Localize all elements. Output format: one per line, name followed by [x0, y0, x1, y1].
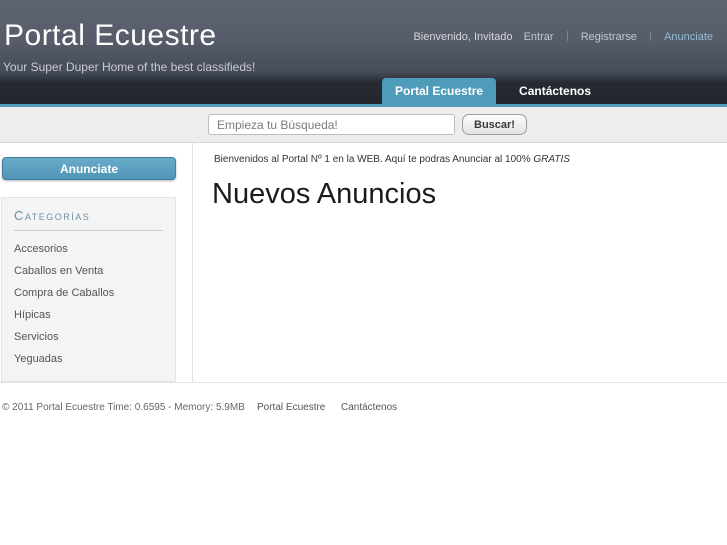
- main-content: Bienvenidos al Portal Nº 1 en la WEB. Aq…: [193, 143, 727, 382]
- welcome-message-emphasis: GRATIS: [533, 154, 570, 165]
- footer-link-portal[interactable]: Portal Ecuestre: [257, 402, 325, 413]
- header-user-links: Bienvenido, Invitado Entrar Registrarse …: [413, 31, 713, 43]
- sidebar: Anunciate Categorías Accesorios Caballos…: [0, 143, 193, 382]
- footer: © 2011 Portal Ecuestre Time: 0.6595 - Me…: [0, 383, 727, 545]
- search-bar: Buscar!: [0, 107, 727, 143]
- login-link[interactable]: Entrar: [524, 31, 554, 43]
- categories-title: Categorías: [14, 204, 163, 231]
- categories-box: Categorías Accesorios Caballos en Venta …: [1, 197, 176, 382]
- page: Portal Ecuestre Your Super Duper Home of…: [0, 0, 727, 545]
- list-item: Yeguadas: [14, 347, 163, 369]
- list-item: Accesorios: [14, 237, 163, 259]
- list-item: Caballos en Venta: [14, 259, 163, 281]
- tab-contact[interactable]: Cantáctenos: [506, 78, 604, 104]
- link-separator: [650, 31, 651, 41]
- main-nav: Portal Ecuestre Cantáctenos: [382, 78, 604, 104]
- copyright-text: © 2011 Portal Ecuestre Time: 0.6595 - Me…: [2, 402, 245, 413]
- category-link-yeguadas[interactable]: Yeguadas: [14, 353, 63, 365]
- tab-portal-ecuestre[interactable]: Portal Ecuestre: [382, 78, 497, 104]
- footer-link-contact[interactable]: Cantáctenos: [341, 402, 397, 413]
- welcome-text: Bienvenido, Invitado: [413, 31, 513, 43]
- announce-button[interactable]: Anunciate: [2, 157, 176, 180]
- search-input[interactable]: [208, 114, 455, 135]
- category-link-caballos-en-venta[interactable]: Caballos en Venta: [14, 265, 103, 277]
- search-button[interactable]: Buscar!: [462, 114, 527, 135]
- list-item: Compra de Caballos: [14, 281, 163, 303]
- page-title: Nuevos Anuncios: [212, 178, 437, 210]
- list-item: Hípicas: [14, 303, 163, 325]
- category-link-servicios[interactable]: Servicios: [14, 331, 59, 343]
- categories-list: Accesorios Caballos en Venta Compra de C…: [14, 237, 163, 369]
- link-separator: [566, 31, 568, 41]
- welcome-message-text: Bienvenidos al Portal Nº 1 en la WEB. Aq…: [214, 154, 534, 165]
- announce-link[interactable]: Anunciate: [664, 31, 713, 43]
- category-link-accesorios[interactable]: Accesorios: [14, 243, 68, 255]
- welcome-message: Bienvenidos al Portal Nº 1 en la WEB. Aq…: [214, 154, 727, 165]
- register-link[interactable]: Registrarse: [581, 31, 637, 43]
- content: Anunciate Categorías Accesorios Caballos…: [0, 143, 727, 383]
- site-title: Portal Ecuestre: [4, 19, 217, 52]
- list-item: Servicios: [14, 325, 163, 347]
- category-link-compra-de-caballos[interactable]: Compra de Caballos: [14, 287, 114, 299]
- site-tagline: Your Super Duper Home of the best classi…: [3, 60, 256, 74]
- category-link-hipicas[interactable]: Hípicas: [14, 309, 51, 321]
- header: Portal Ecuestre Your Super Duper Home of…: [0, 0, 727, 107]
